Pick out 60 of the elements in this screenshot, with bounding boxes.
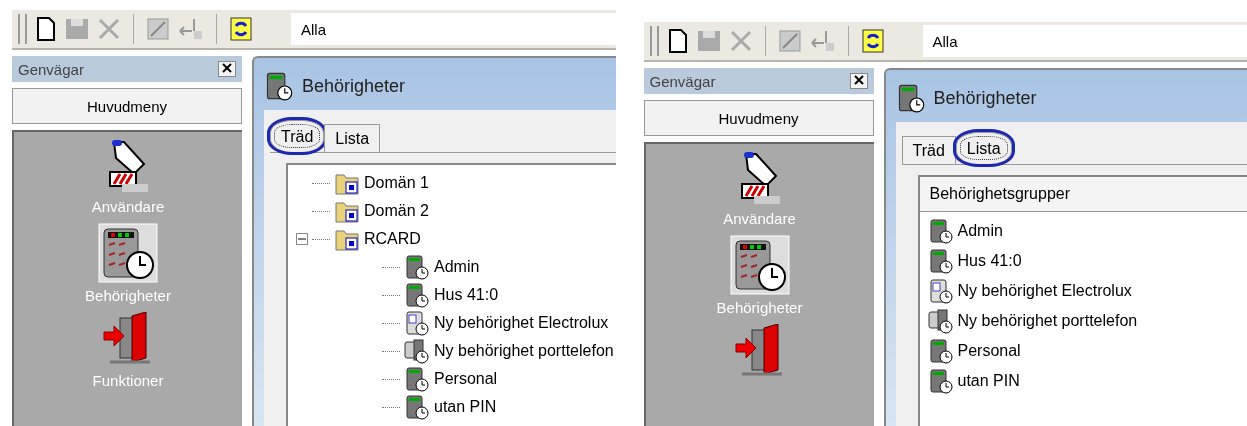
close-button[interactable]: [849, 73, 868, 89]
tree-item[interactable]: Domän 2: [364, 202, 429, 220]
tree-item[interactable]: Personal: [434, 370, 498, 388]
keypad-clock-icon: [98, 223, 158, 283]
keypad-icon: [927, 218, 954, 244]
keypad-icon: [927, 368, 954, 394]
refresh-icon[interactable]: [229, 16, 253, 42]
list-item[interactable]: Hus 41:0: [957, 252, 1022, 270]
list-item[interactable]: Admin: [957, 222, 1003, 240]
save-icon[interactable]: [65, 17, 89, 41]
keypad-clock-icon: [729, 235, 790, 295]
tab[interactable]: Lista: [955, 132, 1012, 164]
intercom-icon: [404, 338, 430, 364]
card-reader-icon: [404, 310, 430, 336]
transfer-icon[interactable]: [178, 17, 204, 41]
column-header[interactable]: Behörighetsgrupper: [919, 177, 1247, 212]
tree-item[interactable]: Ny behörighet porttelefon: [434, 342, 614, 360]
toolbar-grip[interactable]: [649, 26, 659, 56]
card-reader-icon: [927, 278, 954, 304]
window-title: Behörigheter: [933, 87, 1037, 109]
window-title: Behörigheter: [302, 75, 406, 97]
list-item[interactable]: Personal: [957, 342, 1021, 360]
tree-item[interactable]: RCARD: [364, 230, 421, 248]
keypad-icon: [264, 71, 294, 101]
tree-item[interactable]: utan PIN: [434, 398, 497, 416]
list-item[interactable]: Ny behörighet porttelefon: [957, 312, 1138, 330]
list-item[interactable]: utan PIN: [957, 372, 1020, 390]
tree-item[interactable]: Hus 41:0: [434, 286, 499, 304]
new-page-icon[interactable]: [35, 17, 57, 41]
filter-field[interactable]: Alla: [291, 13, 616, 45]
panel-title: Genvägar: [649, 72, 716, 90]
collapse-icon[interactable]: [296, 233, 308, 245]
list-item[interactable]: Ny behörighet Electrolux: [957, 282, 1132, 300]
tree-item[interactable]: Domän 1: [364, 174, 429, 192]
export-icon[interactable]: [777, 29, 802, 53]
tab[interactable]: Träd: [901, 136, 956, 164]
save-icon[interactable]: [696, 29, 721, 53]
refresh-icon[interactable]: [860, 28, 885, 54]
keypad-icon: [404, 394, 430, 420]
transfer-icon[interactable]: [809, 29, 836, 53]
intercom-icon: [927, 308, 954, 334]
tree-item[interactable]: Admin: [434, 258, 480, 276]
keypad-icon: [927, 338, 954, 364]
main-menu-button[interactable]: Huvudmeny: [12, 88, 242, 124]
tree-item[interactable]: Ny behörighet Electrolux: [434, 314, 609, 332]
toolbar-grip[interactable]: [18, 14, 27, 44]
keypad-icon: [404, 254, 430, 280]
tab[interactable]: Lista: [324, 124, 381, 152]
keypad-icon: [927, 248, 954, 274]
panel-title: Genvägar: [18, 60, 84, 78]
delete-icon[interactable]: [728, 29, 753, 53]
keypad-icon: [404, 282, 430, 308]
delete-icon[interactable]: [97, 17, 121, 41]
export-icon[interactable]: [146, 17, 170, 41]
tab[interactable]: Träd: [270, 120, 325, 152]
new-page-icon[interactable]: [666, 29, 689, 53]
main-menu-button[interactable]: Huvudmeny: [643, 100, 874, 136]
filter-field[interactable]: Alla: [922, 25, 1247, 57]
close-button[interactable]: [218, 61, 236, 77]
keypad-icon: [404, 366, 430, 392]
